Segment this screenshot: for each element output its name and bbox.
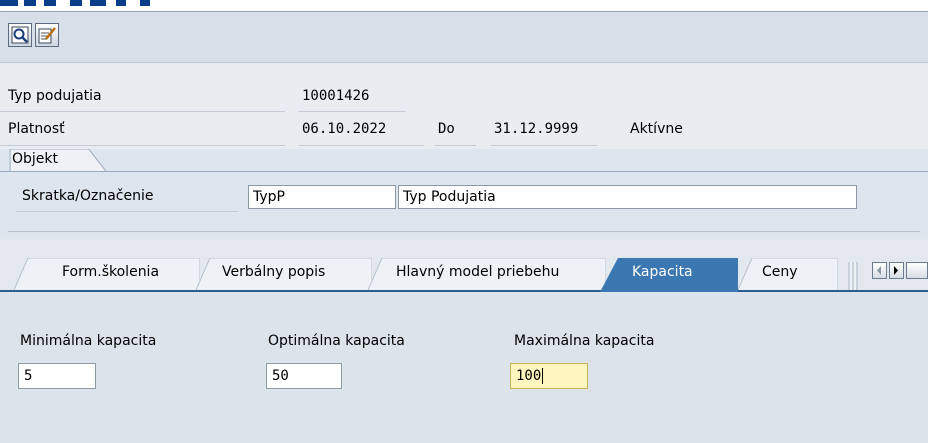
abbreviation-field[interactable]: TypP <box>248 185 396 209</box>
min-capacity-label: Minimálna kapacita <box>20 333 157 349</box>
title-fragment <box>70 0 82 6</box>
object-group: Objekt Skratka/Označenie TypP Typ Poduja… <box>0 149 928 236</box>
application-toolbar <box>0 12 928 63</box>
title-fragment <box>24 0 36 6</box>
text-caret <box>542 368 544 384</box>
tab-form-skolenia[interactable]: Form.školenia <box>14 258 200 290</box>
group-title: Objekt <box>12 151 59 167</box>
valid-from-value: 06.10.2022 <box>302 121 387 137</box>
opt-capacity-label: Optimálna kapacita <box>268 333 405 349</box>
max-capacity-field[interactable]: 100 <box>510 363 588 389</box>
tab-scroll-right-button[interactable] <box>889 262 904 279</box>
tab-scroll-right-icon <box>894 266 898 275</box>
object-name-field[interactable]: Typ Podujatia <box>398 185 857 209</box>
tab-overflow-indicator <box>848 262 858 290</box>
max-capacity-label: Maximálna kapacita <box>514 333 655 349</box>
display-icon <box>11 26 29 44</box>
change-icon <box>38 27 56 44</box>
tab-label: Form.školenia <box>62 264 160 280</box>
change-button[interactable] <box>35 23 59 47</box>
event-type-label: Typ podujatia <box>8 88 102 104</box>
opt-capacity-field[interactable]: 50 <box>266 363 342 389</box>
tab-scroll-left-icon <box>877 266 881 275</box>
tab-label: Hlavný model priebehu <box>396 264 560 280</box>
title-fragment <box>90 0 106 6</box>
title-fragment <box>116 0 126 6</box>
tab-label: Kapacita <box>632 264 693 280</box>
tab-hlavny-model[interactable]: Hlavný model priebehu <box>368 258 606 290</box>
tab-kapacita[interactable]: Kapacita <box>600 258 738 292</box>
valid-to-label: Do <box>438 121 455 137</box>
tab-content-kapacita <box>0 292 928 443</box>
title-fragment <box>0 0 18 6</box>
title-fragment <box>140 0 150 6</box>
tab-list-button[interactable] <box>906 262 928 279</box>
tab-ceny[interactable]: Ceny <box>738 258 838 290</box>
abbreviation-label: Skratka/Označenie <box>22 188 154 204</box>
validity-label: Platnosť <box>8 121 65 137</box>
tab-label: Verbálny popis <box>222 264 326 280</box>
max-capacity-value: 100 <box>516 368 542 384</box>
event-type-value: 10001426 <box>302 88 370 104</box>
tab-scroll-left-button[interactable] <box>872 262 887 279</box>
status-text: Aktívne <box>630 121 683 137</box>
title-bar <box>0 0 928 12</box>
header-section <box>0 63 928 151</box>
valid-to-value: 31.12.9999 <box>494 121 579 137</box>
tab-strip: Form.školenia Verbálny popis Hlavný mode… <box>0 240 928 292</box>
min-capacity-field[interactable]: 5 <box>18 363 96 389</box>
tab-verbalny-popis[interactable]: Verbálny popis <box>196 258 372 290</box>
tab-label: Ceny <box>762 264 798 280</box>
title-fragment <box>44 0 56 6</box>
display-button[interactable] <box>8 23 32 47</box>
